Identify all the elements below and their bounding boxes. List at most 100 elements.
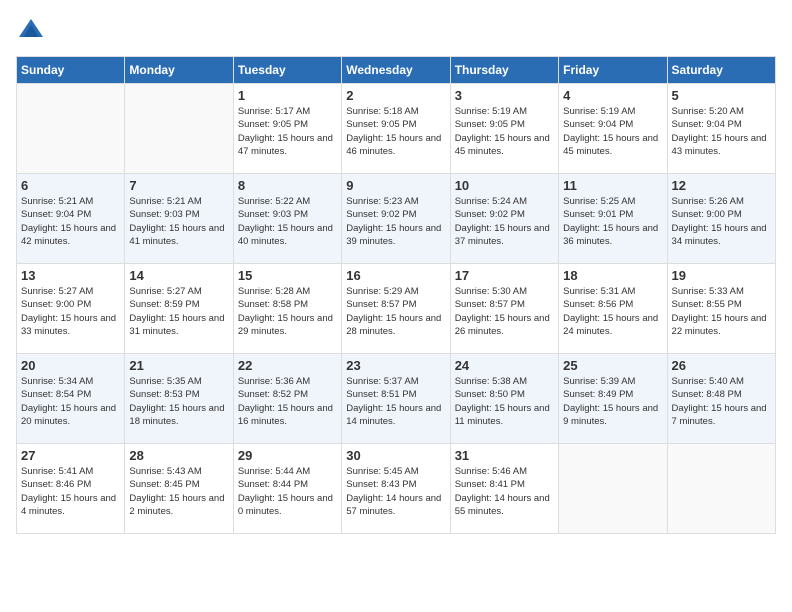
sunrise-text: Sunrise: 5:23 AM	[346, 196, 418, 207]
day-info: Sunrise: 5:46 AM Sunset: 8:41 PM Dayligh…	[455, 465, 554, 518]
calendar-cell: 2 Sunrise: 5:18 AM Sunset: 9:05 PM Dayli…	[342, 84, 450, 174]
daylight-text: Daylight: 15 hours and 28 minutes.	[346, 313, 441, 337]
day-info: Sunrise: 5:20 AM Sunset: 9:04 PM Dayligh…	[672, 105, 771, 158]
day-info: Sunrise: 5:18 AM Sunset: 9:05 PM Dayligh…	[346, 105, 445, 158]
sunrise-text: Sunrise: 5:27 AM	[129, 286, 201, 297]
calendar-header-thursday: Thursday	[450, 57, 558, 84]
day-info: Sunrise: 5:40 AM Sunset: 8:48 PM Dayligh…	[672, 375, 771, 428]
day-number: 20	[21, 358, 120, 373]
calendar-cell: 25 Sunrise: 5:39 AM Sunset: 8:49 PM Dayl…	[559, 354, 667, 444]
calendar-cell: 31 Sunrise: 5:46 AM Sunset: 8:41 PM Dayl…	[450, 444, 558, 534]
sunrise-text: Sunrise: 5:28 AM	[238, 286, 310, 297]
day-info: Sunrise: 5:27 AM Sunset: 8:59 PM Dayligh…	[129, 285, 228, 338]
day-info: Sunrise: 5:28 AM Sunset: 8:58 PM Dayligh…	[238, 285, 337, 338]
sunset-text: Sunset: 8:52 PM	[238, 389, 308, 400]
day-number: 4	[563, 88, 662, 103]
calendar-header-sunday: Sunday	[17, 57, 125, 84]
day-info: Sunrise: 5:43 AM Sunset: 8:45 PM Dayligh…	[129, 465, 228, 518]
calendar-header-monday: Monday	[125, 57, 233, 84]
calendar-cell: 9 Sunrise: 5:23 AM Sunset: 9:02 PM Dayli…	[342, 174, 450, 264]
sunset-text: Sunset: 9:02 PM	[455, 209, 525, 220]
calendar-cell: 7 Sunrise: 5:21 AM Sunset: 9:03 PM Dayli…	[125, 174, 233, 264]
sunrise-text: Sunrise: 5:20 AM	[672, 106, 744, 117]
day-info: Sunrise: 5:21 AM Sunset: 9:03 PM Dayligh…	[129, 195, 228, 248]
daylight-text: Daylight: 15 hours and 22 minutes.	[672, 313, 767, 337]
day-info: Sunrise: 5:27 AM Sunset: 9:00 PM Dayligh…	[21, 285, 120, 338]
calendar-cell: 1 Sunrise: 5:17 AM Sunset: 9:05 PM Dayli…	[233, 84, 341, 174]
daylight-text: Daylight: 15 hours and 29 minutes.	[238, 313, 333, 337]
calendar-cell: 16 Sunrise: 5:29 AM Sunset: 8:57 PM Dayl…	[342, 264, 450, 354]
calendar-cell: 4 Sunrise: 5:19 AM Sunset: 9:04 PM Dayli…	[559, 84, 667, 174]
sunset-text: Sunset: 9:04 PM	[21, 209, 91, 220]
day-info: Sunrise: 5:23 AM Sunset: 9:02 PM Dayligh…	[346, 195, 445, 248]
daylight-text: Daylight: 15 hours and 9 minutes.	[563, 403, 658, 427]
sunset-text: Sunset: 9:03 PM	[129, 209, 199, 220]
sunrise-text: Sunrise: 5:33 AM	[672, 286, 744, 297]
calendar-cell: 27 Sunrise: 5:41 AM Sunset: 8:46 PM Dayl…	[17, 444, 125, 534]
day-number: 28	[129, 448, 228, 463]
sunrise-text: Sunrise: 5:19 AM	[455, 106, 527, 117]
day-number: 14	[129, 268, 228, 283]
day-info: Sunrise: 5:17 AM Sunset: 9:05 PM Dayligh…	[238, 105, 337, 158]
sunset-text: Sunset: 8:41 PM	[455, 479, 525, 490]
day-info: Sunrise: 5:33 AM Sunset: 8:55 PM Dayligh…	[672, 285, 771, 338]
daylight-text: Daylight: 15 hours and 14 minutes.	[346, 403, 441, 427]
day-info: Sunrise: 5:30 AM Sunset: 8:57 PM Dayligh…	[455, 285, 554, 338]
day-number: 19	[672, 268, 771, 283]
sunrise-text: Sunrise: 5:31 AM	[563, 286, 635, 297]
sunset-text: Sunset: 8:50 PM	[455, 389, 525, 400]
daylight-text: Daylight: 15 hours and 41 minutes.	[129, 223, 224, 247]
day-number: 12	[672, 178, 771, 193]
calendar-cell: 19 Sunrise: 5:33 AM Sunset: 8:55 PM Dayl…	[667, 264, 775, 354]
daylight-text: Daylight: 15 hours and 7 minutes.	[672, 403, 767, 427]
calendar-cell: 22 Sunrise: 5:36 AM Sunset: 8:52 PM Dayl…	[233, 354, 341, 444]
day-number: 3	[455, 88, 554, 103]
calendar-cell: 24 Sunrise: 5:38 AM Sunset: 8:50 PM Dayl…	[450, 354, 558, 444]
calendar-cell: 20 Sunrise: 5:34 AM Sunset: 8:54 PM Dayl…	[17, 354, 125, 444]
day-info: Sunrise: 5:31 AM Sunset: 8:56 PM Dayligh…	[563, 285, 662, 338]
daylight-text: Daylight: 15 hours and 31 minutes.	[129, 313, 224, 337]
calendar-cell: 5 Sunrise: 5:20 AM Sunset: 9:04 PM Dayli…	[667, 84, 775, 174]
daylight-text: Daylight: 15 hours and 45 minutes.	[455, 133, 550, 157]
day-number: 27	[21, 448, 120, 463]
calendar-week-row: 20 Sunrise: 5:34 AM Sunset: 8:54 PM Dayl…	[17, 354, 776, 444]
calendar-cell: 6 Sunrise: 5:21 AM Sunset: 9:04 PM Dayli…	[17, 174, 125, 264]
sunset-text: Sunset: 8:56 PM	[563, 299, 633, 310]
sunset-text: Sunset: 8:43 PM	[346, 479, 416, 490]
calendar-cell: 26 Sunrise: 5:40 AM Sunset: 8:48 PM Dayl…	[667, 354, 775, 444]
sunset-text: Sunset: 9:02 PM	[346, 209, 416, 220]
day-number: 9	[346, 178, 445, 193]
calendar-header-row: SundayMondayTuesdayWednesdayThursdayFrid…	[17, 57, 776, 84]
sunrise-text: Sunrise: 5:36 AM	[238, 376, 310, 387]
calendar-cell: 10 Sunrise: 5:24 AM Sunset: 9:02 PM Dayl…	[450, 174, 558, 264]
day-number: 29	[238, 448, 337, 463]
calendar-week-row: 1 Sunrise: 5:17 AM Sunset: 9:05 PM Dayli…	[17, 84, 776, 174]
day-info: Sunrise: 5:39 AM Sunset: 8:49 PM Dayligh…	[563, 375, 662, 428]
sunrise-text: Sunrise: 5:39 AM	[563, 376, 635, 387]
daylight-text: Daylight: 15 hours and 47 minutes.	[238, 133, 333, 157]
day-info: Sunrise: 5:36 AM Sunset: 8:52 PM Dayligh…	[238, 375, 337, 428]
sunrise-text: Sunrise: 5:46 AM	[455, 466, 527, 477]
sunset-text: Sunset: 8:45 PM	[129, 479, 199, 490]
day-info: Sunrise: 5:25 AM Sunset: 9:01 PM Dayligh…	[563, 195, 662, 248]
sunrise-text: Sunrise: 5:21 AM	[129, 196, 201, 207]
calendar-cell: 14 Sunrise: 5:27 AM Sunset: 8:59 PM Dayl…	[125, 264, 233, 354]
sunset-text: Sunset: 9:05 PM	[238, 119, 308, 130]
calendar-table: SundayMondayTuesdayWednesdayThursdayFrid…	[16, 56, 776, 534]
day-info: Sunrise: 5:21 AM Sunset: 9:04 PM Dayligh…	[21, 195, 120, 248]
day-number: 5	[672, 88, 771, 103]
sunrise-text: Sunrise: 5:37 AM	[346, 376, 418, 387]
sunrise-text: Sunrise: 5:18 AM	[346, 106, 418, 117]
day-number: 24	[455, 358, 554, 373]
sunrise-text: Sunrise: 5:24 AM	[455, 196, 527, 207]
calendar-cell	[559, 444, 667, 534]
sunrise-text: Sunrise: 5:43 AM	[129, 466, 201, 477]
calendar-cell: 21 Sunrise: 5:35 AM Sunset: 8:53 PM Dayl…	[125, 354, 233, 444]
logo	[16, 16, 48, 46]
sunset-text: Sunset: 9:04 PM	[672, 119, 742, 130]
sunset-text: Sunset: 8:57 PM	[455, 299, 525, 310]
calendar-week-row: 6 Sunrise: 5:21 AM Sunset: 9:04 PM Dayli…	[17, 174, 776, 264]
day-number: 30	[346, 448, 445, 463]
sunset-text: Sunset: 9:00 PM	[672, 209, 742, 220]
sunrise-text: Sunrise: 5:40 AM	[672, 376, 744, 387]
